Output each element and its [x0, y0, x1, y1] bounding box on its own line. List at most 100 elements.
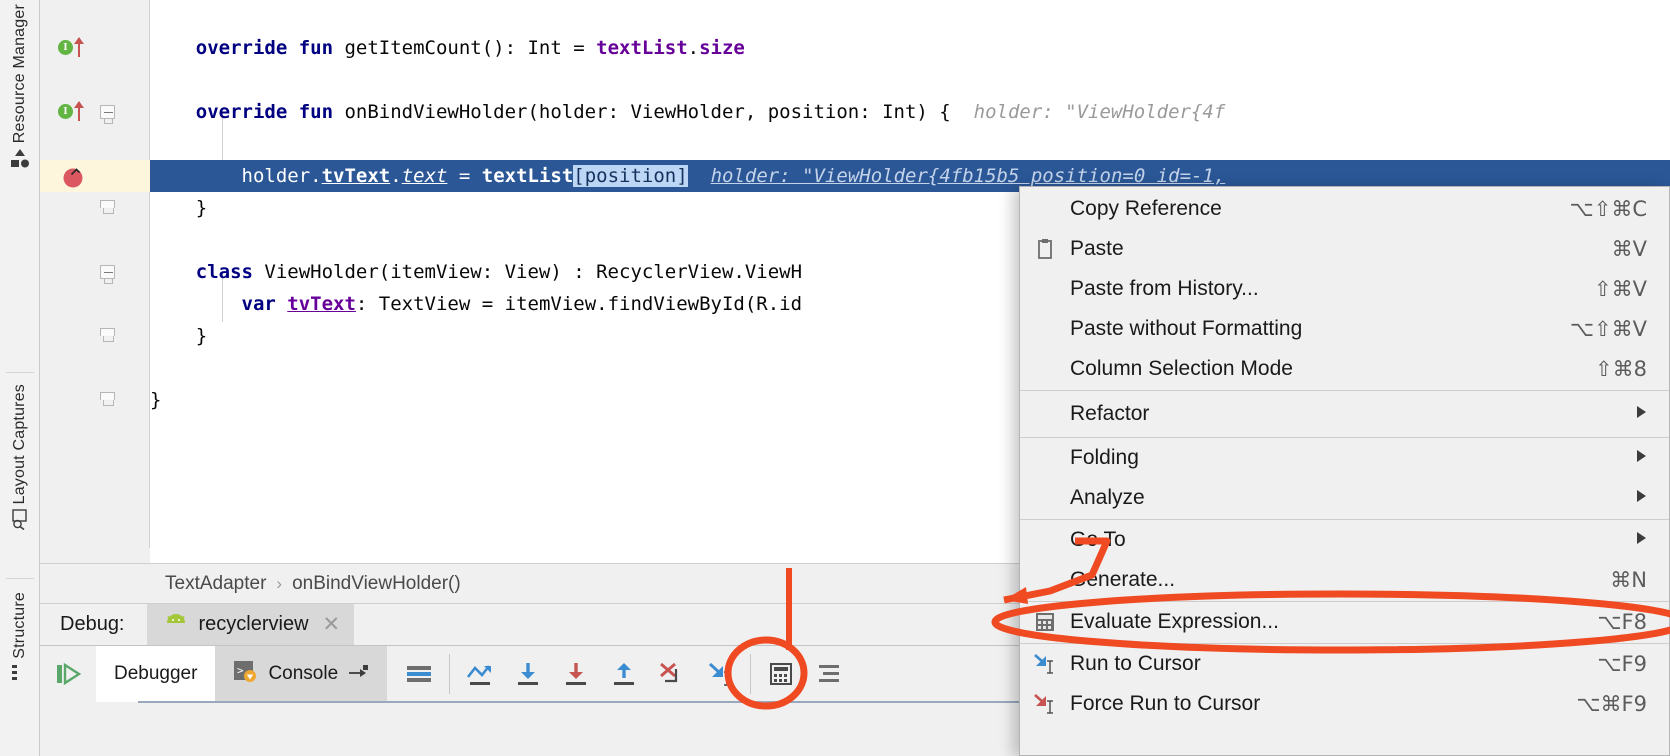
fold-collapse-icon[interactable]: [98, 96, 120, 128]
override-marker-icon[interactable]: I: [58, 32, 92, 64]
menu-item-label: Refactor: [1070, 402, 1150, 425]
console-icon: >: [233, 659, 259, 689]
menu-item-paste-from-history[interactable]: Paste from History... ⇧⌘V: [1020, 269, 1669, 309]
android-robot-icon: [163, 613, 189, 637]
editor-context-menu[interactable]: Copy Reference ⌥⇧⌘C Paste ⌘V Paste from …: [1019, 186, 1670, 756]
menu-item-paste[interactable]: Paste ⌘V: [1020, 229, 1669, 269]
force-run-to-cursor-icon: [1020, 693, 1070, 715]
step-into-icon[interactable]: [504, 646, 552, 702]
override-marker-icon[interactable]: I: [58, 96, 92, 128]
menu-item-analyze[interactable]: Analyze: [1020, 478, 1669, 518]
menu-item-shortcut: ⇧⌘V: [1594, 277, 1647, 301]
breadcrumb-separator-icon: ›: [276, 573, 283, 593]
tab-debugger[interactable]: Debugger: [96, 646, 216, 702]
menu-item-shortcut: ⌥⌘F9: [1576, 692, 1647, 716]
chevron-right-icon: [1635, 449, 1669, 468]
menu-item-generate[interactable]: Generate... ⌘N: [1020, 560, 1669, 600]
menu-item-shortcut: ⌥F9: [1597, 652, 1647, 676]
menu-item-shortcut: ⌘N: [1610, 568, 1647, 592]
menu-item-force-run-to-cursor[interactable]: Force Run to Cursor ⌥⌘F9: [1020, 684, 1669, 724]
soft-wrap-arrow-icon[interactable]: [347, 662, 369, 686]
menu-item-label: Analyze: [1070, 486, 1145, 509]
menu-item-label: Column Selection Mode: [1070, 357, 1293, 380]
toolstrip-divider-2: [6, 578, 34, 579]
breadcrumb-item-method[interactable]: onBindViewHolder(): [292, 573, 461, 595]
code-line: override fun onBindViewHolder(holder: Vi…: [150, 101, 1226, 123]
debug-window-label: Debug:: [60, 613, 125, 635]
resource-manager-icon: [9, 147, 31, 174]
evaluate-expression-icon: [1020, 611, 1070, 633]
menu-item-refactor[interactable]: Refactor: [1020, 392, 1669, 436]
fold-end-icon[interactable]: [98, 192, 120, 224]
menu-item-column-selection-mode[interactable]: Column Selection Mode ⇧⌘8: [1020, 349, 1669, 389]
menu-item-label: Generate...: [1070, 568, 1176, 591]
menu-item-shortcut: ⇧⌘8: [1595, 357, 1647, 381]
menu-item-run-to-cursor[interactable]: Run to Cursor ⌥F9: [1020, 644, 1669, 684]
toolbar-separator: [750, 654, 752, 694]
tab-label: Debugger: [114, 663, 198, 684]
tab-label: Console: [268, 663, 339, 684]
menu-item-label: Run to Cursor: [1070, 652, 1201, 675]
menu-item-label: Force Run to Cursor: [1070, 692, 1261, 715]
evaluate-expression-icon[interactable]: [757, 646, 805, 702]
menu-item-paste-without-formatting[interactable]: Paste without Formatting ⌥⇧⌘V: [1020, 309, 1669, 349]
code-line: override fun getItemCount(): Int = textL…: [150, 37, 745, 59]
menu-item-label: Paste: [1070, 237, 1124, 260]
tab-console[interactable]: > Console: [215, 646, 388, 702]
force-step-into-icon[interactable]: [552, 646, 600, 702]
step-over-icon[interactable]: [456, 646, 504, 702]
sidebar-item-label: Layout Captures: [11, 384, 28, 505]
fold-end-icon[interactable]: [98, 384, 120, 416]
menu-item-label: Folding: [1070, 446, 1139, 469]
chevron-right-icon: [1635, 405, 1669, 424]
breadcrumb-item-class[interactable]: TextAdapter: [165, 573, 266, 595]
android-studio-window: Resource Manager Layout Captures Structu…: [0, 0, 1670, 756]
run-to-cursor-icon[interactable]: [696, 646, 744, 702]
menu-item-label: Go To: [1070, 528, 1126, 551]
menu-item-label: Evaluate Expression...: [1070, 610, 1279, 633]
menu-item-shortcut: ⌥⇧⌘C: [1569, 197, 1647, 221]
fold-end-icon[interactable]: [98, 320, 120, 352]
menu-item-label: Paste from History...: [1070, 277, 1259, 300]
chevron-right-icon: [1635, 489, 1669, 508]
show-execution-point-icon[interactable]: [395, 646, 443, 702]
inline-debug-hint: holder: "ViewHolder{4fb15b5 position=0 i…: [710, 165, 1226, 187]
menu-item-copy-reference[interactable]: Copy Reference ⌥⇧⌘C: [1020, 189, 1669, 229]
fold-collapse-icon[interactable]: [98, 256, 120, 288]
sidebar-item-structure[interactable]: Structure: [0, 592, 40, 686]
debug-session-name: recyclerview: [198, 613, 309, 635]
sidebar-item-layout-captures[interactable]: Layout Captures: [0, 384, 40, 535]
debug-session-tab[interactable]: recyclerview ✕: [146, 603, 355, 646]
clipboard-icon: [1020, 238, 1070, 260]
svg-text:>: >: [237, 664, 244, 677]
inline-debug-hint: holder: "ViewHolder{4f: [973, 101, 1226, 123]
menu-item-label: Paste without Formatting: [1070, 317, 1303, 340]
step-out-icon[interactable]: [600, 646, 648, 702]
menu-item-folding[interactable]: Folding: [1020, 438, 1669, 478]
left-tool-strip: Resource Manager Layout Captures Structu…: [0, 0, 40, 756]
breakpoint-icon[interactable]: [60, 160, 94, 192]
toolbar-separator: [449, 654, 451, 694]
menu-item-shortcut: ⌥F8: [1597, 610, 1647, 634]
close-icon[interactable]: ✕: [319, 614, 341, 635]
structure-icon: [10, 663, 30, 686]
sidebar-item-label: Resource Manager: [11, 4, 28, 144]
menu-item-go-to[interactable]: Go To: [1020, 520, 1669, 560]
toolstrip-divider-1: [6, 372, 34, 373]
sidebar-item-resource-manager[interactable]: Resource Manager: [0, 4, 40, 174]
menu-separator: [1020, 390, 1669, 391]
editor-gutter[interactable]: [40, 0, 150, 548]
sidebar-item-label: Structure: [11, 592, 28, 659]
menu-item-shortcut: ⌘V: [1611, 237, 1647, 261]
resume-program-icon[interactable]: [40, 646, 96, 702]
layout-captures-icon: [9, 508, 31, 535]
menu-item-evaluate-expression[interactable]: Evaluate Expression... ⌥F8: [1020, 602, 1669, 642]
drop-frame-icon[interactable]: [648, 646, 696, 702]
layout-settings-icon[interactable]: [805, 646, 853, 702]
current-line-gutter-highlight: [40, 160, 150, 192]
menu-item-label: Copy Reference: [1070, 197, 1222, 220]
chevron-right-icon: [1635, 531, 1669, 550]
